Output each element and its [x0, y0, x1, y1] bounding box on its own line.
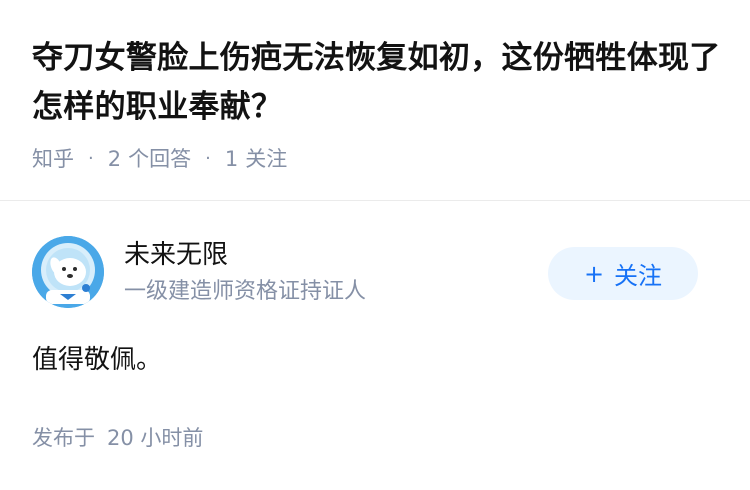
plus-icon: +	[583, 259, 605, 288]
follow-button[interactable]: + 关注	[548, 247, 698, 300]
publish-time: 发布于 20 小时前	[32, 422, 203, 454]
answer-content[interactable]: 值得敬佩。	[32, 342, 162, 378]
separator-dot: ·	[205, 148, 211, 169]
answer-count: 2	[107, 147, 122, 171]
author-badge: 一级建造师资格证持证人	[124, 279, 367, 304]
question-title[interactable]: 夺刀女警脸上伤疤无法恢复如初，这份牺牲体现了怎样的职业奉献？	[32, 34, 732, 132]
source-link[interactable]: 知乎	[32, 143, 74, 175]
author-name[interactable]: 未来无限	[124, 237, 228, 273]
follow-button-label: 关注	[614, 262, 663, 290]
follower-count-link[interactable]: 关注	[245, 143, 287, 175]
astronaut-dog-avatar-icon	[32, 236, 104, 308]
answer-author: 未来无限 一级建造师资格证持证人 + 关注	[32, 236, 722, 310]
publish-time-value: 20 小时前	[107, 426, 204, 450]
publish-prefix: 发布于	[32, 426, 95, 450]
question-meta: 知乎 · 2 个回答 · 1 关注	[32, 143, 287, 175]
follower-count: 1	[224, 147, 239, 171]
avatar[interactable]	[32, 236, 104, 308]
question-header: 夺刀女警脸上伤疤无法恢复如初，这份牺牲体现了怎样的职业奉献？ 知乎 · 2 个回…	[0, 0, 750, 201]
answer-count-link[interactable]: 个回答	[128, 143, 191, 175]
separator-dot: ·	[88, 148, 94, 169]
